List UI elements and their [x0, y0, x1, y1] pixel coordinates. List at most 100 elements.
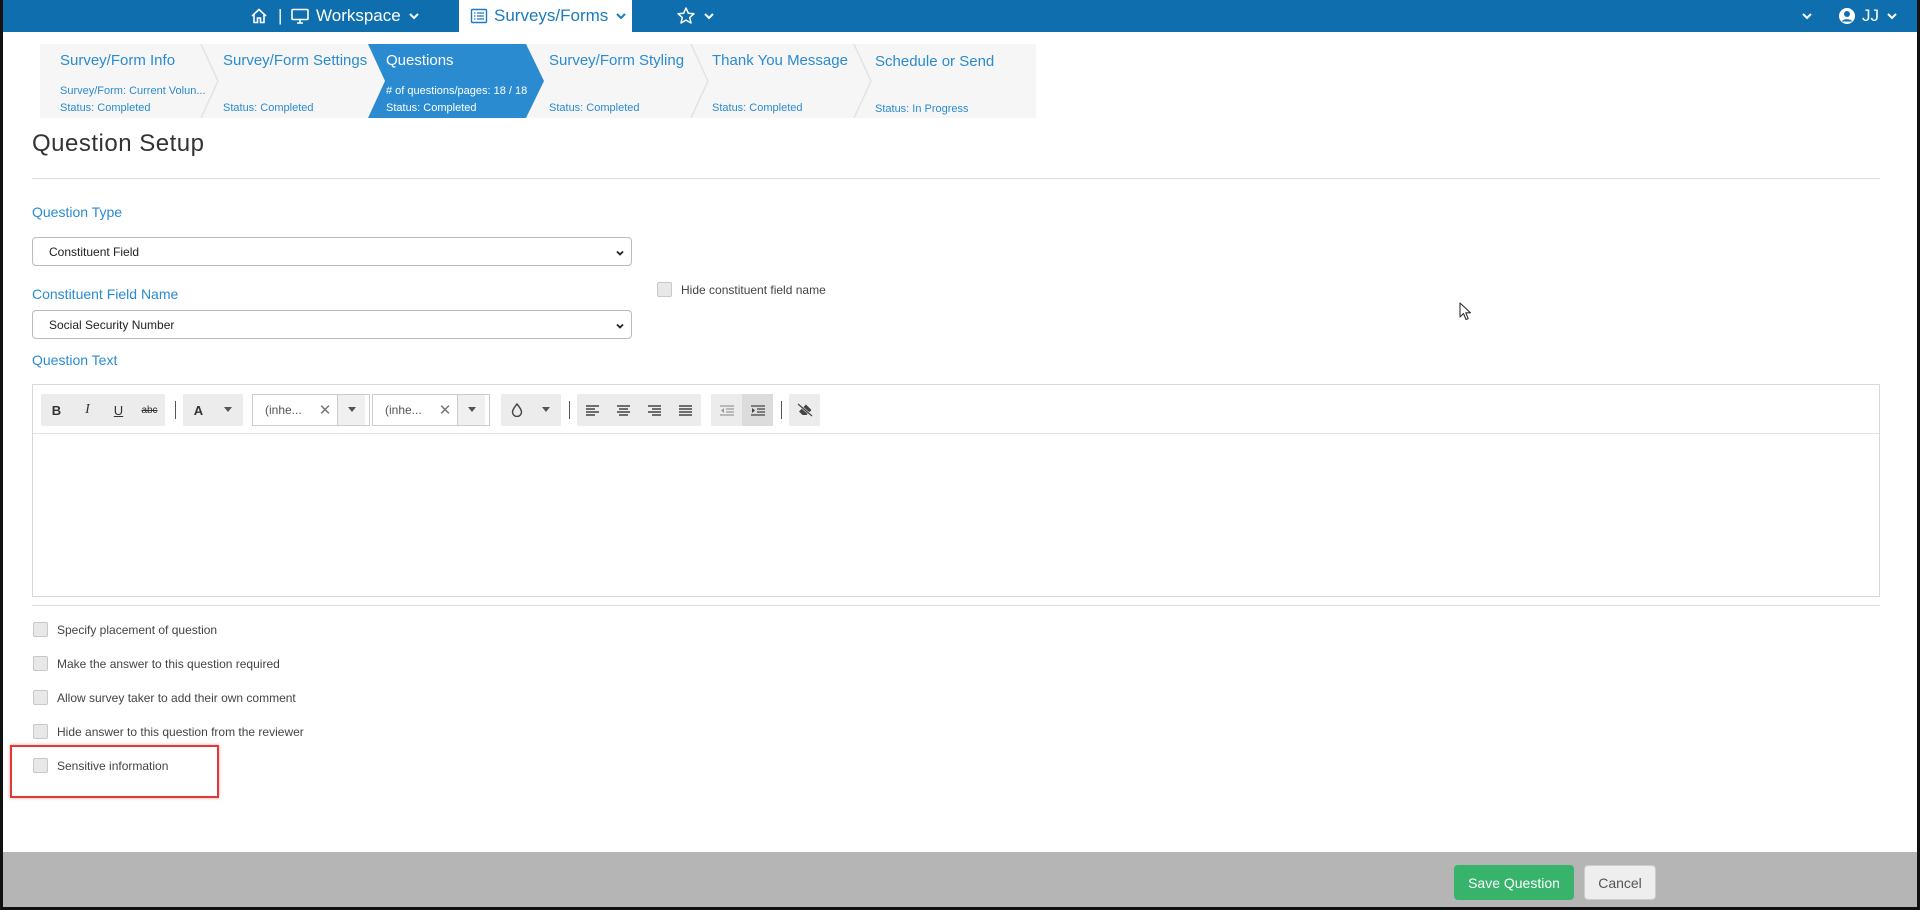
- workspace-menu[interactable]: Workspace: [290, 0, 421, 32]
- format-group: B I U abc: [41, 394, 165, 426]
- divider: [32, 605, 1880, 606]
- option-label: Allow survey taker to add their own comm…: [57, 690, 296, 705]
- user-initials: JJ: [1862, 6, 1879, 25]
- align-center-icon[interactable]: [608, 394, 639, 426]
- workspace-label: Workspace: [316, 6, 401, 25]
- question-text-label: Question Text: [32, 352, 118, 368]
- user-menu[interactable]: JJ: [1838, 0, 1899, 32]
- font-color-label: A: [193, 402, 204, 418]
- step-status: Status: In Progress: [875, 103, 969, 115]
- specify-placement-checkbox[interactable]: Specify placement of question: [33, 622, 217, 637]
- sensitive-information-checkbox[interactable]: Sensitive information: [33, 758, 168, 773]
- hide-answer-from-reviewer-checkbox[interactable]: Hide answer to this question from the re…: [33, 724, 304, 739]
- caret-down-icon: [214, 407, 242, 413]
- divider: [32, 178, 1880, 179]
- cancel-button[interactable]: Cancel: [1584, 865, 1656, 900]
- nav-separator: |: [278, 6, 283, 25]
- wizard-steps: Survey/Form Info Survey/Form: Current Vo…: [40, 44, 1036, 118]
- question-type-value: Constituent Field: [49, 244, 140, 259]
- step-subtitle: Survey/Form: Current Volun...: [60, 85, 206, 97]
- chevron-down-icon: [615, 320, 625, 334]
- italic-button[interactable]: I: [72, 394, 103, 426]
- checkbox[interactable]: [33, 656, 48, 671]
- option-label: Hide answer to this question from the re…: [57, 724, 304, 739]
- checkbox[interactable]: [33, 690, 48, 705]
- step-title: Schedule or Send: [875, 53, 995, 70]
- caret-down-icon[interactable]: [337, 395, 365, 425]
- toolbar-separator: [175, 401, 176, 419]
- clear-icon[interactable]: ✕: [433, 401, 457, 419]
- caret-down-icon[interactable]: [457, 395, 485, 425]
- chevron-down-icon: [614, 9, 628, 23]
- star-icon: [676, 6, 696, 26]
- strikethrough-button[interactable]: abc: [134, 394, 165, 426]
- step-survey-form-info[interactable]: Survey/Form Info Survey/Form: Current Vo…: [40, 44, 206, 118]
- step-survey-form-settings[interactable]: Survey/Form Settings Status: Completed: [203, 44, 368, 118]
- answer-required-checkbox[interactable]: Make the answer to this question require…: [33, 656, 280, 671]
- question-type-select[interactable]: Constituent Field: [32, 237, 632, 266]
- toolbar-separator: [781, 401, 782, 419]
- constituent-field-select[interactable]: Social Security Number: [32, 310, 632, 339]
- font-name-combo[interactable]: (inhe... ✕: [252, 394, 370, 426]
- underline-button[interactable]: U: [103, 394, 134, 426]
- clear-icon[interactable]: ✕: [313, 401, 337, 419]
- step-schedule-or-send[interactable]: Schedule or Send Status: In Progress: [855, 44, 1035, 118]
- toolbar-separator: [569, 401, 570, 419]
- checkbox[interactable]: [33, 724, 48, 739]
- mouse-cursor-icon: [1459, 302, 1473, 327]
- step-subtitle: # of questions/pages: 18 / 18: [386, 85, 528, 97]
- font-size-combo[interactable]: (inhe... ✕: [372, 394, 490, 426]
- home-button[interactable]: [250, 0, 268, 32]
- align-left-icon[interactable]: [577, 394, 608, 426]
- save-question-button[interactable]: Save Question: [1454, 865, 1574, 900]
- checkbox[interactable]: [33, 758, 48, 773]
- indent-icon[interactable]: [742, 394, 773, 426]
- chevron-down-icon: [1800, 9, 1814, 23]
- constituent-field-value: Social Security Number: [49, 317, 175, 332]
- chevron-down-icon: [615, 247, 625, 261]
- step-status: Status: Completed: [549, 102, 640, 114]
- option-label: Sensitive information: [57, 758, 169, 773]
- surveys-forms-label: Surveys/Forms: [494, 6, 609, 25]
- clear-formatting-group: [789, 394, 820, 426]
- step-questions[interactable]: Questions # of questions/pages: 18 / 18 …: [366, 44, 536, 118]
- chevron-down-icon: [1885, 9, 1899, 23]
- caret-down-icon: [532, 407, 560, 413]
- eraser-icon[interactable]: [789, 394, 820, 426]
- hide-constituent-field-name-checkbox[interactable]: Hide constituent field name: [657, 282, 826, 297]
- font-color-button[interactable]: A: [183, 394, 243, 426]
- constituent-field-name-label: Constituent Field Name: [32, 286, 179, 302]
- step-status: Status: Completed: [60, 102, 151, 114]
- step-title: Questions: [386, 52, 454, 69]
- question-text-editor: B I U abc A (inhe... ✕ (inhe... ✕: [32, 384, 1880, 597]
- list-icon: [470, 8, 488, 24]
- step-survey-form-styling[interactable]: Survey/Form Styling Status: Completed: [529, 44, 694, 118]
- align-right-icon[interactable]: [639, 394, 670, 426]
- checkbox[interactable]: [33, 622, 48, 637]
- favorites-menu[interactable]: [676, 0, 716, 32]
- step-status: Status: Completed: [712, 102, 803, 114]
- monitor-icon: [290, 7, 310, 25]
- step-title: Thank You Message: [712, 52, 848, 69]
- surveys-forms-menu[interactable]: Surveys/Forms: [459, 0, 632, 32]
- step-title: Survey/Form Settings: [223, 52, 368, 69]
- indent-group: [711, 394, 773, 426]
- home-icon: [250, 7, 268, 25]
- chevron-down-icon: [407, 9, 421, 23]
- editor-toolbar: B I U abc A (inhe... ✕ (inhe... ✕: [33, 385, 1879, 434]
- option-label: Make the answer to this question require…: [57, 656, 280, 671]
- step-title: Survey/Form Info: [60, 52, 176, 69]
- editor-content-area[interactable]: [33, 434, 1879, 596]
- hide-constituent-field-name-label: Hide constituent field name: [681, 282, 826, 297]
- font-name-value: (inhe...: [265, 403, 302, 417]
- checkbox[interactable]: [657, 282, 672, 297]
- allow-comment-checkbox[interactable]: Allow survey taker to add their own comm…: [33, 690, 296, 705]
- question-type-label: Question Type: [32, 204, 123, 220]
- alignment-group: [577, 394, 701, 426]
- background-color-button[interactable]: [501, 394, 561, 426]
- extra-menu[interactable]: [1800, 0, 1814, 32]
- outdent-icon[interactable]: [711, 394, 742, 426]
- bold-button[interactable]: B: [41, 394, 72, 426]
- step-thank-you-message[interactable]: Thank You Message Status: Completed: [692, 44, 857, 118]
- align-justify-icon[interactable]: [670, 394, 701, 426]
